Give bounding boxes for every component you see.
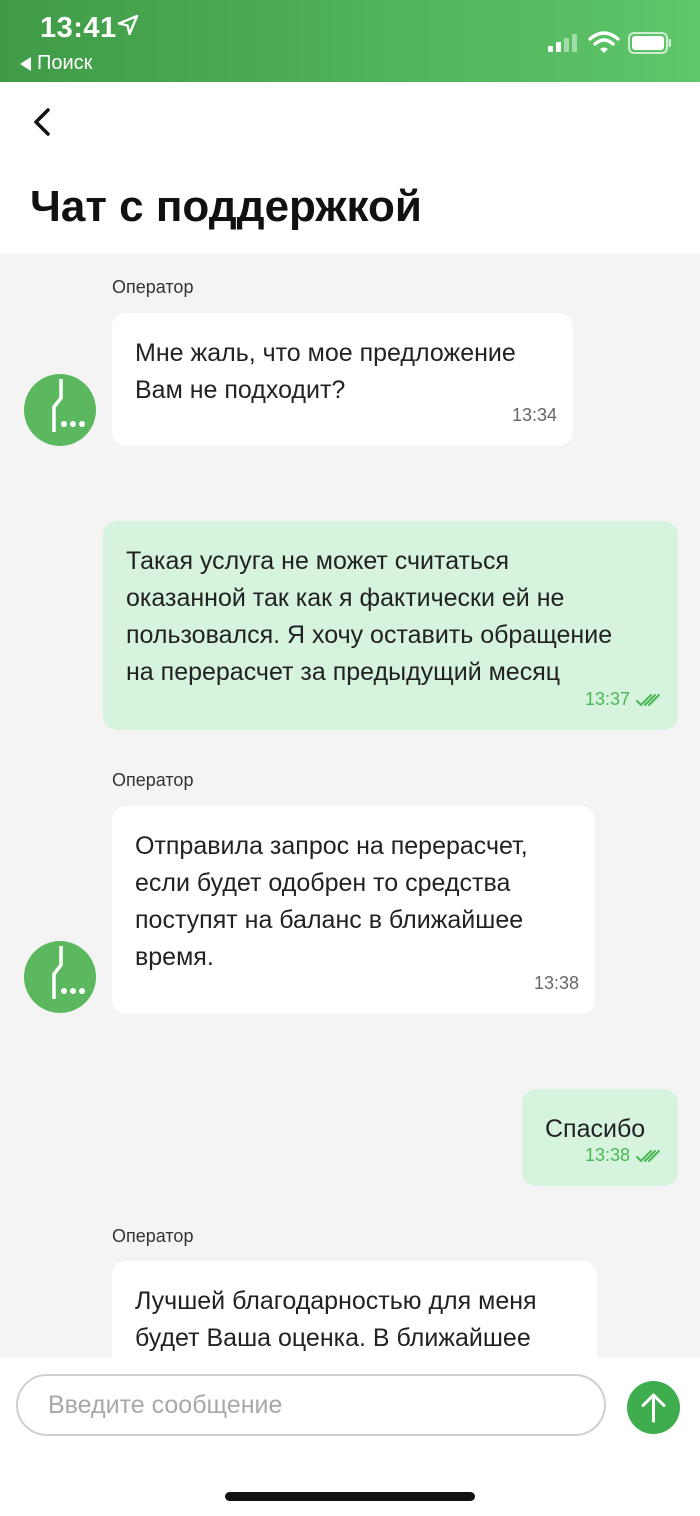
operator-avatar [24, 941, 96, 1013]
chevron-left-icon[interactable] [24, 104, 60, 140]
status-time: 13:41 [40, 12, 117, 44]
message-sender: Оператор [112, 1226, 194, 1246]
message-text: Мне жаль, что мое предложение Вам не под… [135, 339, 516, 404]
cellular-signal-icon [548, 34, 577, 52]
location-arrow-icon [117, 14, 139, 36]
message-bubble-incoming: Лучшей благодарностью для меня будет Ваш… [112, 1261, 597, 1358]
message-text: Такая услуга не может считаться оказанно… [126, 547, 613, 686]
status-bar: 13:41 Поиск [0, 0, 700, 82]
message-text: Лучшей благодарностью для меня будет Ваш… [135, 1287, 537, 1352]
send-button[interactable] [627, 1381, 680, 1434]
chat-messages[interactable]: Оператор Мне жаль, что мое предложение В… [0, 254, 700, 1358]
operator-avatar [24, 374, 96, 446]
page-title: Чат с поддержкой [30, 182, 422, 231]
double-check-icon [636, 693, 660, 706]
message-sender: Оператор [112, 277, 194, 297]
back-to-search-label: Поиск [37, 52, 93, 74]
message-bubble-incoming: Мне жаль, что мое предложение Вам не под… [112, 313, 573, 446]
message-bubble-outgoing: Спасибо 13:38 [522, 1089, 678, 1186]
arrow-up-icon [641, 1393, 666, 1423]
wifi-icon [588, 31, 620, 53]
message-time: 13:38 [533, 973, 579, 993]
message-time: 13:38 [584, 1145, 630, 1165]
message-time: 13:34 [511, 405, 557, 425]
message-sender: Оператор [112, 770, 194, 790]
back-triangle-icon [20, 56, 31, 71]
home-indicator [225, 1492, 475, 1501]
message-time: 13:37 [584, 689, 630, 709]
message-bubble-incoming: Отправила запрос на перерасчет, если буд… [112, 806, 595, 1014]
message-composer [0, 1358, 700, 1516]
message-bubble-outgoing: Такая услуга не может считаться оказанно… [103, 521, 678, 730]
message-text: Отправила запрос на перерасчет, если буд… [135, 832, 528, 971]
message-input[interactable] [16, 1374, 606, 1436]
battery-icon [628, 32, 671, 54]
double-check-icon [636, 1149, 660, 1162]
back-to-search-link[interactable]: Поиск [20, 52, 92, 75]
chat-header: Чат с поддержкой [0, 82, 700, 254]
